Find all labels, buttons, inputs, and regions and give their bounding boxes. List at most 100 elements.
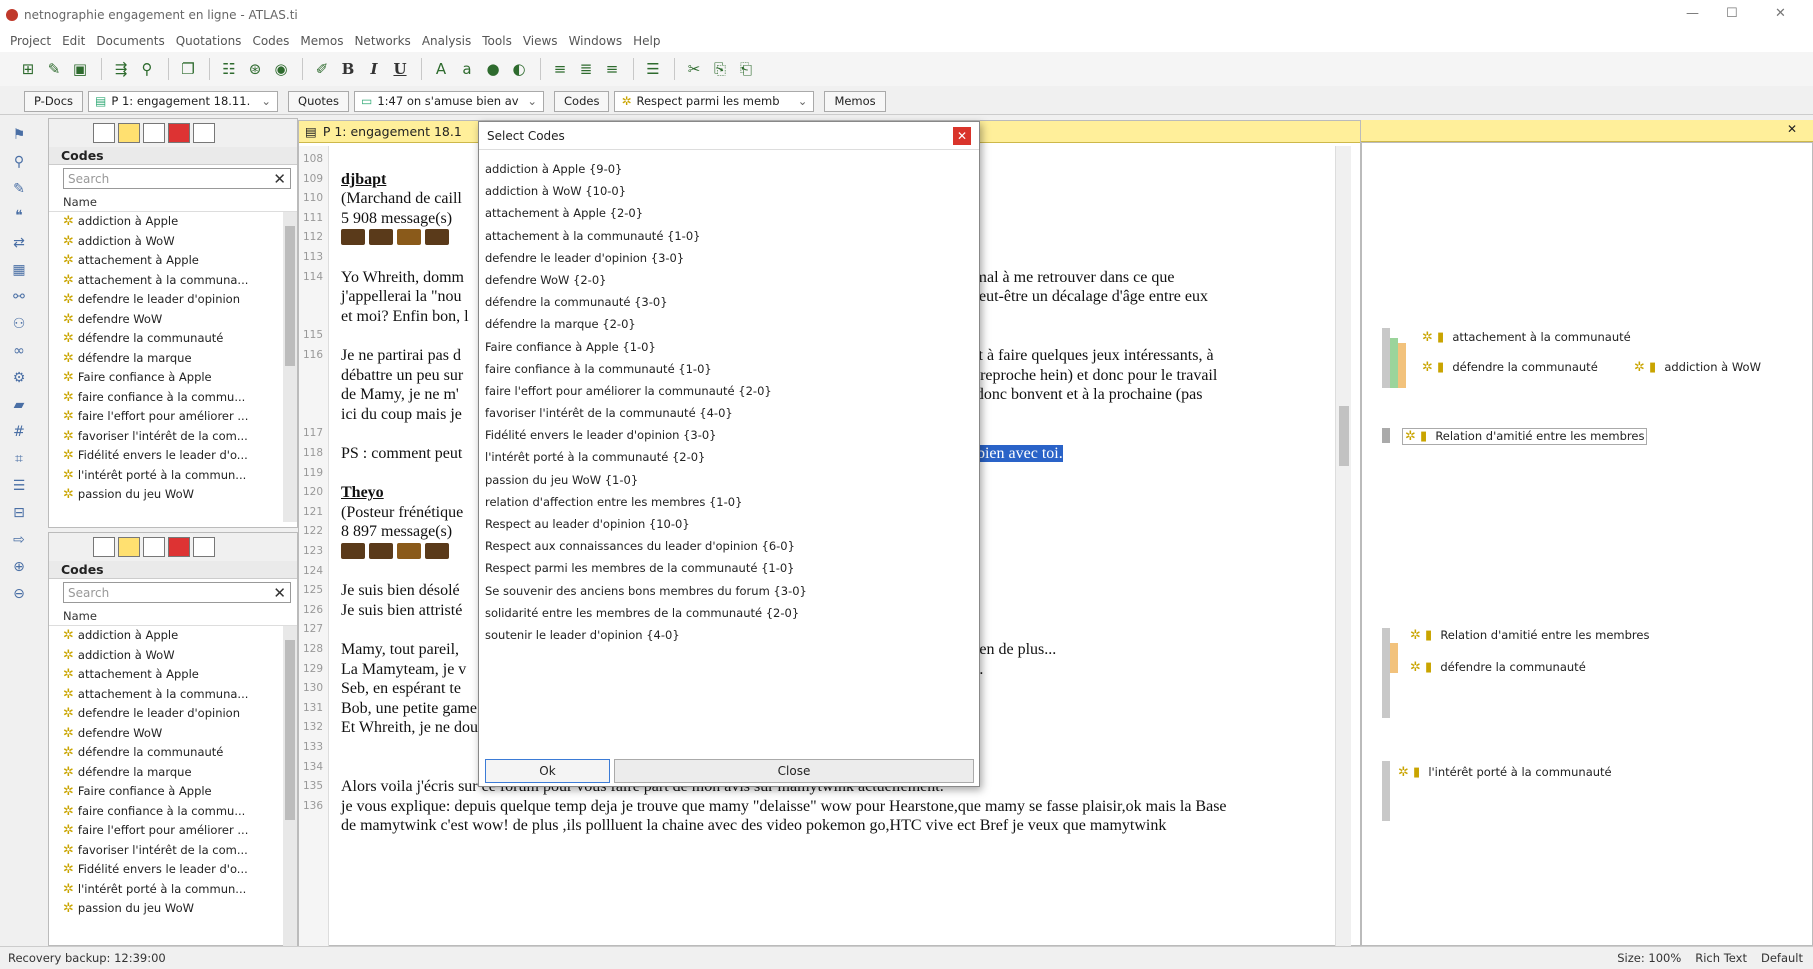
margin-code-label[interactable]: ✲ ▮ Relation d'amitié entre les membres [1410,628,1649,643]
dialog-code-item[interactable]: addiction à WoW {10-0} [485,180,973,202]
code-list-item[interactable]: ✲ defendre le leader d'opinion [49,290,297,310]
code-list-item[interactable]: ✲ Faire confiance à Apple [49,782,297,802]
pdocs-combo[interactable]: ▤ P 1: engagement 18.11. ⌄ [88,90,279,112]
gear-icon[interactable]: ⚙ [7,366,31,390]
dialog-code-item[interactable]: Respect au leader d'opinion {10-0} [485,513,973,535]
maximize-icon[interactable]: ☐ [1726,6,1738,21]
code-list-item[interactable]: ✲ passion du jeu WoW [49,899,297,919]
column-header-name[interactable]: Name [49,192,297,212]
dialog-code-item[interactable]: solidarité entre les membres de la commu… [485,602,973,624]
code-list-item[interactable]: ✲ faire confiance à la commu... [49,388,297,408]
code-list-item[interactable]: ✲ Fidélité envers le leader d'o... [49,860,297,880]
margin-code-label[interactable]: ✲ ▮ Relation d'amitié entre les membres [1402,428,1648,445]
eraser-icon[interactable]: ▰ [7,393,31,417]
comment-icon[interactable]: ✎ [7,177,31,201]
network-icon[interactable]: ⊛ [243,57,267,81]
dialog-code-item[interactable]: addiction à Apple {9-0} [485,158,973,180]
dialog-code-item[interactable]: faire l'effort pour améliorer la communa… [485,380,973,402]
code-list-item[interactable]: ✲ défendre la communauté [49,329,297,349]
close-button[interactable]: Close [614,759,974,783]
dialog-code-item[interactable]: Fidélité envers le leader d'opinion {3-0… [485,424,973,446]
comment-icon[interactable]: ✎ [42,57,66,81]
code-list-item[interactable]: ✲ favoriser l'intérêt de la com... [49,841,297,861]
bullet-list-icon[interactable]: ☰ [641,57,665,81]
codes-tab-icon[interactable] [118,537,140,557]
counter-icon[interactable]: # [7,420,31,444]
menu-item-help[interactable]: Help [633,34,660,48]
code-in-vivo-icon[interactable]: ⌗ [7,447,31,471]
font-size-up-icon[interactable]: A [429,57,453,81]
ok-button[interactable]: Ok [485,759,610,783]
link-icon[interactable]: ⚇ [7,312,31,336]
save-icon[interactable]: ▣ [68,57,92,81]
dialog-code-item[interactable]: défendre la marque {2-0} [485,313,973,335]
paste-icon[interactable]: ⎗ [734,57,758,81]
margin-code-label[interactable]: ✲ ▮ défendre la communauté [1410,660,1586,675]
code-list-item[interactable]: ✲ attachement à Apple [49,665,297,685]
menu-item-codes[interactable]: Codes [252,34,289,48]
memos-tab-icon[interactable] [143,123,165,143]
cut-icon[interactable]: ✂ [682,57,706,81]
networks-tab-icon[interactable] [168,537,190,557]
margin-code-label[interactable]: ✲ ▮ l'intérêt porté à la communauté [1398,765,1612,780]
dialog-code-item[interactable]: relation d'affection entre les membres {… [485,491,973,513]
dialog-code-item[interactable]: soutenir le leader d'opinion {4-0} [485,624,973,646]
dialog-code-item[interactable]: favoriser l'intérêt de la communauté {4-… [485,402,973,424]
documents-tab-icon[interactable] [93,537,115,557]
zoom-in-icon[interactable]: ⊕ [7,555,31,579]
scrollbar[interactable] [283,626,297,948]
zoom-size[interactable]: Size: 100% [1617,951,1681,965]
dialog-code-item[interactable]: defendre WoW {2-0} [485,269,973,291]
search-icon[interactable]: ⚲ [7,150,31,174]
networks-tab-icon[interactable] [168,123,190,143]
menu-item-documents[interactable]: Documents [96,34,164,48]
code-tree-icon[interactable]: ⚯ [7,285,31,309]
dialog-code-item[interactable]: défendre la communauté {3-0} [485,291,973,313]
close-window-icon[interactable]: ✕ [1775,6,1786,21]
minimize-icon[interactable]: — [1686,6,1699,21]
pdocs-button[interactable]: P-Docs [24,90,84,112]
list-icon[interactable]: ☰ [7,474,31,498]
text-format[interactable]: Rich Text [1695,951,1747,965]
code-list-item[interactable]: ✲ défendre la marque [49,763,297,783]
code-list-item[interactable]: ✲ attachement à la communa... [49,685,297,705]
documents-tab-icon[interactable] [93,123,115,143]
color-icon[interactable]: ● [481,57,505,81]
globe-icon[interactable]: ◉ [269,57,293,81]
code-list-item[interactable]: ✲ defendre WoW [49,724,297,744]
dialog-code-item[interactable]: Se souvenir des anciens bons membres du … [485,580,973,602]
code-list-item[interactable]: ✲ faire l'effort pour améliorer ... [49,407,297,427]
code-list-item[interactable]: ✲ l'intérêt porté à la commun... [49,466,297,486]
margin-code-label[interactable]: ✲ ▮ attachement à la communauté [1422,330,1631,345]
dialog-code-item[interactable]: attachement à la communauté {1-0} [485,225,973,247]
menu-item-tools[interactable]: Tools [482,34,512,48]
menu-item-analysis[interactable]: Analysis [422,34,471,48]
underline-icon[interactable]: U [388,57,412,81]
code-list-item[interactable]: ✲ l'intérêt porté à la commun... [49,880,297,900]
code-list-item[interactable]: ✲ addiction à WoW [49,646,297,666]
search-input[interactable]: Search ✕ [63,582,291,603]
code-list-item[interactable]: ✲ attachement à Apple [49,251,297,271]
dialog-code-item[interactable]: Respect aux connaissances du leader d'op… [485,535,973,557]
dialog-code-item[interactable]: Faire confiance à Apple {1-0} [485,336,973,358]
code-list-item[interactable]: ✲ defendre le leader d'opinion [49,704,297,724]
highlight-icon[interactable]: ◐ [507,57,531,81]
copy-icon[interactable]: ⎘ [708,57,732,81]
align-left-icon[interactable]: ≡ [548,57,572,81]
code-list-item[interactable]: ✲ Faire confiance à Apple [49,368,297,388]
code-list-item[interactable]: ✲ faire l'effort pour améliorer ... [49,821,297,841]
pen-icon[interactable]: ✐ [310,57,334,81]
code-list-item[interactable]: ✲ faire confiance à la commu... [49,802,297,822]
code-list-item[interactable]: ✲ attachement à la communa... [49,271,297,291]
menu-item-quotations[interactable]: Quotations [176,34,242,48]
dialog-code-item[interactable]: passion du jeu WoW {1-0} [485,469,973,491]
menu-item-views[interactable]: Views [523,34,558,48]
code-list-item[interactable]: ✲ favoriser l'intérêt de la com... [49,427,297,447]
code-list-item[interactable]: ✲ défendre la marque [49,349,297,369]
code-list-item[interactable]: ✲ addiction à WoW [49,232,297,252]
glasses-icon[interactable]: ∞ [7,339,31,363]
margin-code-label[interactable]: ✲ ▮ défendre la communauté [1422,360,1598,375]
tool-icon[interactable]: ⚑ [7,123,31,147]
dialog-code-item[interactable]: attachement à Apple {2-0} [485,202,973,224]
menu-item-edit[interactable]: Edit [62,34,85,48]
